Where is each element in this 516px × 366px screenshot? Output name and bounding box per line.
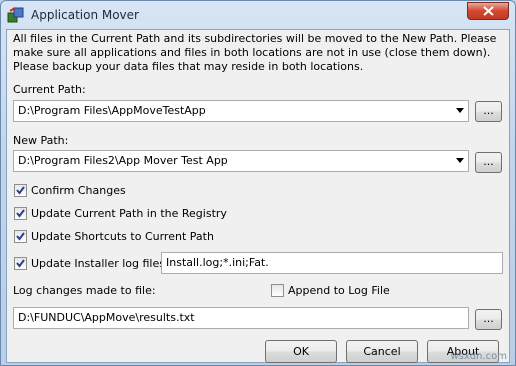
checkmark-icon (16, 186, 25, 195)
window-title: Application Mover (31, 8, 139, 22)
log-file-browse-button[interactable]: ... (475, 309, 502, 330)
new-path-label: New Path: (13, 134, 69, 147)
append-to-log-label[interactable]: Append to Log File (288, 284, 390, 297)
close-button[interactable] (467, 2, 509, 20)
current-path-value: D:\Program Files\AppMoveTestApp (18, 104, 206, 117)
log-file-label: Log changes made to file: (13, 284, 156, 297)
current-path-combo[interactable]: D:\Program Files\AppMoveTestApp (13, 100, 469, 122)
log-file-value: D:\FUNDUC\AppMove\results.txt (18, 311, 195, 324)
checkmark-icon (16, 259, 25, 268)
current-path-browse-button[interactable]: ... (475, 101, 502, 122)
new-path-value: D:\Program Files2\App Mover Test App (18, 154, 228, 167)
update-installer-logs-checkbox[interactable] (14, 257, 27, 270)
installer-log-files-input[interactable]: Install.log;*.ini;Fat. (161, 252, 503, 274)
update-registry-label[interactable]: Update Current Path in the Registry (31, 207, 227, 220)
title-bar[interactable]: Application Mover (1, 1, 515, 29)
new-path-browse-button[interactable]: ... (475, 152, 502, 173)
close-icon (483, 6, 494, 16)
log-file-input[interactable]: D:\FUNDUC\AppMove\results.txt (13, 307, 469, 329)
chevron-down-icon[interactable] (456, 108, 464, 113)
intro-text: All files in the Current Path and its su… (13, 32, 497, 73)
application-mover-window: Application Mover All files in the Curre… (0, 0, 516, 366)
dialog-body: All files in the Current Path and its su… (6, 29, 510, 363)
checkmark-icon (16, 232, 25, 241)
chevron-down-icon[interactable] (456, 158, 464, 163)
watermark: wsxdn.com (450, 351, 507, 362)
current-path-label: Current Path: (13, 83, 86, 96)
new-path-combo[interactable]: D:\Program Files2\App Mover Test App (13, 150, 469, 172)
confirm-changes-checkbox[interactable] (14, 184, 27, 197)
update-shortcuts-checkbox[interactable] (14, 230, 27, 243)
update-installer-logs-label[interactable]: Update Installer log files: (31, 257, 169, 270)
cancel-button[interactable]: Cancel (346, 340, 418, 363)
app-mover-icon (7, 7, 24, 23)
append-to-log-checkbox[interactable] (271, 284, 284, 297)
checkmark-icon (16, 209, 25, 218)
installer-log-files-value: Install.log;*.ini;Fat. (166, 256, 269, 269)
update-registry-checkbox[interactable] (14, 207, 27, 220)
confirm-changes-label[interactable]: Confirm Changes (31, 184, 126, 197)
update-shortcuts-label[interactable]: Update Shortcuts to Current Path (31, 230, 214, 243)
ok-button[interactable]: OK (265, 340, 337, 363)
